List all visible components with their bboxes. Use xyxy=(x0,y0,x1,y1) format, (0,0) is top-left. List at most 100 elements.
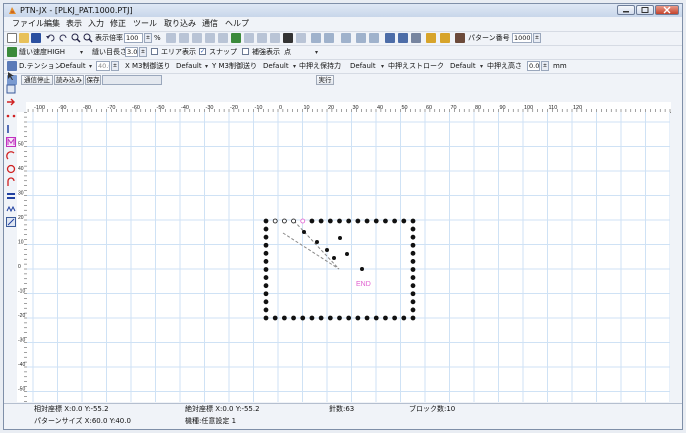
tension-dropdown-icon[interactable]: ▾ xyxy=(89,62,92,71)
read-button[interactable]: 読み込み xyxy=(54,75,84,85)
layout-icon[interactable] xyxy=(385,33,395,43)
presser-pressure-dropdown-icon[interactable]: ▾ xyxy=(381,62,384,71)
stitch-point xyxy=(263,226,269,232)
pattern-no-input[interactable]: 1000 xyxy=(512,33,532,43)
split-tool-icon[interactable] xyxy=(341,33,351,43)
rotate-tool-icon[interactable] xyxy=(296,33,306,43)
mirror-tool-icon[interactable] xyxy=(283,33,293,43)
stitch-point xyxy=(291,315,296,321)
stitch-length-spinner[interactable]: ± xyxy=(139,47,147,57)
color-tool-icon[interactable] xyxy=(231,33,241,43)
receive-icon[interactable] xyxy=(440,33,450,43)
menu-edit[interactable]: 編集 xyxy=(44,19,60,29)
tension-spinner[interactable]: ± xyxy=(111,61,119,71)
point-select[interactable]: 点 xyxy=(284,48,291,57)
exec-button[interactable]: 実行 xyxy=(316,75,334,85)
ruler-label-x: -70 xyxy=(108,105,116,111)
presser-height-input[interactable]: 0.0 xyxy=(527,61,540,71)
x-feed-dropdown-icon[interactable]: ▾ xyxy=(205,62,208,71)
close-button[interactable] xyxy=(655,5,679,15)
ruler-label-y: 50 xyxy=(18,142,24,148)
line-tool-icon[interactable] xyxy=(166,33,176,43)
transfer-icon[interactable] xyxy=(411,33,421,43)
pattern-no-label: パターン番号 xyxy=(468,34,510,42)
dots-tool-icon[interactable] xyxy=(6,111,16,121)
zigzag-icon[interactable] xyxy=(6,204,16,214)
area-display-checkbox[interactable] xyxy=(151,48,158,55)
zoom-in-icon[interactable] xyxy=(71,33,81,43)
hollow-stitch-point xyxy=(300,218,306,224)
stitch-length-input[interactable]: 3.0 xyxy=(125,47,138,57)
red-arrow-icon[interactable] xyxy=(6,97,16,107)
circle-red-icon[interactable] xyxy=(6,164,16,174)
presser-pressure-select[interactable]: Default xyxy=(350,62,376,71)
open-folder-icon[interactable] xyxy=(19,33,29,43)
arc-tool-icon[interactable] xyxy=(179,33,189,43)
frame-tool-icon[interactable] xyxy=(270,33,280,43)
ruler-label-y: 30 xyxy=(18,191,24,197)
zoom-out-icon[interactable] xyxy=(83,33,93,43)
save-button[interactable]: 保存 xyxy=(85,75,101,85)
pen-tool-icon[interactable] xyxy=(257,33,267,43)
arc-red-icon[interactable] xyxy=(6,151,16,161)
distribute-tool-icon[interactable] xyxy=(324,33,334,43)
minimize-button[interactable] xyxy=(617,5,635,15)
stitch-point xyxy=(410,218,416,224)
select-arrow-icon[interactable] xyxy=(6,71,16,81)
sew-speed-dropdown-icon[interactable]: ▾ xyxy=(80,48,83,57)
y-feed-dropdown-icon[interactable]: ▾ xyxy=(293,62,296,71)
snap-checkbox[interactable]: ✓ xyxy=(199,48,206,55)
curve-red-icon[interactable] xyxy=(6,177,16,187)
x-feed-select[interactable]: Default xyxy=(176,62,202,71)
line-stitch-icon[interactable] xyxy=(6,124,16,134)
sew-speed-select[interactable]: HIGH xyxy=(47,48,65,57)
stitch-point xyxy=(345,252,349,256)
circle-tool-icon[interactable] xyxy=(205,33,215,43)
tension-value-input[interactable]: 40.0 xyxy=(96,61,110,71)
bars-icon[interactable] xyxy=(6,191,16,201)
auxiliary-display-checkbox[interactable] xyxy=(242,48,249,55)
maximize-button[interactable] xyxy=(636,5,654,15)
y-feed-select[interactable]: Default xyxy=(263,62,289,71)
grid-v-icon[interactable] xyxy=(369,33,379,43)
menu-tools[interactable]: ツール xyxy=(133,19,157,29)
undo-icon[interactable] xyxy=(46,33,56,43)
save-icon[interactable] xyxy=(31,33,41,43)
toolbar-main: 表示倍率 100 ± % パターン番号 1000 ± xyxy=(4,31,682,45)
presser-stroke-dropdown-icon[interactable]: ▾ xyxy=(480,62,483,71)
area-display-label: エリア表示 xyxy=(161,48,196,56)
stitch-tool-icon[interactable] xyxy=(6,84,16,94)
point-tool-icon[interactable] xyxy=(218,33,228,43)
diagonal-line-icon[interactable] xyxy=(6,217,16,227)
redo-icon[interactable] xyxy=(58,33,68,43)
menu-file[interactable]: ファイル xyxy=(12,19,44,29)
new-file-icon[interactable] xyxy=(7,33,17,43)
tension-select[interactable]: Default xyxy=(60,62,86,71)
display-scale-input[interactable]: 100 xyxy=(124,33,143,43)
presser-height-spinner[interactable]: ± xyxy=(541,61,549,71)
display-scale-spinner[interactable]: ± xyxy=(144,33,152,43)
menu-view[interactable]: 表示 xyxy=(66,19,82,29)
presser-stroke-select[interactable]: Default xyxy=(450,62,476,71)
curve-tool-icon[interactable] xyxy=(192,33,202,43)
machine-type-text: 機種:任意設定 1 xyxy=(185,417,237,425)
menu-modify[interactable]: 修正 xyxy=(110,19,126,29)
pattern-no-spinner[interactable]: ± xyxy=(533,33,541,43)
point-dropdown-icon[interactable]: ▾ xyxy=(315,48,318,57)
menu-communication[interactable]: 通信 xyxy=(202,19,218,29)
list-icon[interactable] xyxy=(398,33,408,43)
menu-import[interactable]: 取り込み xyxy=(164,19,196,29)
comm-stop-button[interactable]: 通信停止 xyxy=(21,75,53,85)
pattern-canvas[interactable]: END xyxy=(27,112,670,402)
ruler-label-x: 50 xyxy=(402,105,408,111)
end-label: END xyxy=(356,281,371,288)
grid-h-icon[interactable] xyxy=(356,33,366,43)
align-tool-icon[interactable] xyxy=(311,33,321,43)
m-tool-icon[interactable] xyxy=(6,137,16,147)
stitch-point xyxy=(373,315,379,321)
menu-help[interactable]: ヘルプ xyxy=(225,19,249,29)
machine-icon[interactable] xyxy=(455,33,465,43)
send-icon[interactable] xyxy=(426,33,436,43)
offset-tool-icon[interactable] xyxy=(244,33,254,43)
menu-input[interactable]: 入力 xyxy=(88,19,104,29)
